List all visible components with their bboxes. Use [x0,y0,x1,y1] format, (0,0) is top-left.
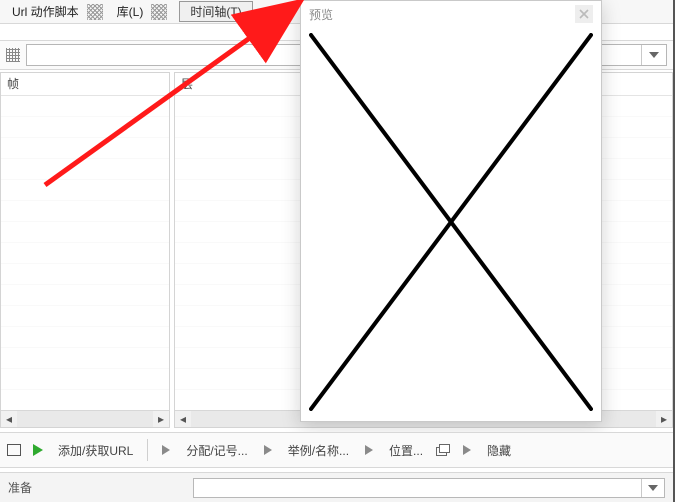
chevron-down-icon [641,479,664,497]
toolbar-label: 隐藏 [487,442,511,459]
hatch-icon [87,4,103,20]
frame-hscroll[interactable]: ◂ ▸ [1,410,169,427]
preview-header: 预览 [301,1,601,27]
chevron-right-icon[interactable] [361,442,377,458]
play-icon[interactable] [30,442,46,458]
chevron-right-icon[interactable]: ▸ [153,411,169,427]
frame-panel: 帧 ◂ ▸ [0,72,170,428]
separator [147,439,148,461]
grid-icon [6,48,20,62]
chevron-down-icon [641,45,666,65]
bottom-toolbar: 添加/获取URL 分配/记号... 举例/名称... 位置... 隐藏 [0,432,673,468]
frame-list[interactable] [1,96,169,410]
rect-icon[interactable] [6,442,22,458]
frame-panel-header: 帧 [1,73,169,96]
menu-timeline[interactable]: 时间轴(T) [179,1,252,22]
preview-x-graphic [309,33,593,411]
preview-body [309,33,593,411]
chevron-right-icon[interactable] [158,442,174,458]
menu-library[interactable]: 库(L) [109,1,152,22]
status-dropdown[interactable] [193,478,665,498]
assign-note-button[interactable]: 分配/记号... [182,440,251,461]
toolbar-label: 举例/名称... [288,442,349,459]
toolbar-label: 位置... [389,442,423,459]
example-name-button[interactable]: 举例/名称... [284,440,353,461]
position-button[interactable]: 位置... [385,440,427,461]
chevron-left-icon[interactable]: ◂ [1,411,17,427]
add-get-url-button[interactable]: 添加/获取URL [54,440,137,461]
preview-popup: 预览 [300,0,602,422]
app-root: Url 动作脚本 库(L) 时间轴(T) 帧 ◂ ▸ 层 [0,0,675,502]
preview-title: 预览 [309,6,333,23]
status-bar: 准备 [0,472,673,502]
status-label: 准备 [8,479,32,496]
chevron-right-icon[interactable] [459,442,475,458]
toolbar-label: 添加/获取URL [58,442,133,459]
scroll-track[interactable] [17,411,153,427]
close-icon[interactable] [575,5,593,23]
hide-button[interactable]: 隐藏 [483,440,515,461]
toolbar-label: 分配/记号... [186,442,247,459]
stack-icon[interactable] [435,442,451,458]
chevron-left-icon[interactable]: ◂ [175,411,191,427]
chevron-right-icon[interactable] [260,442,276,458]
menu-url-action-script[interactable]: Url 动作脚本 [4,1,87,22]
hatch-icon [151,4,167,20]
chevron-right-icon[interactable]: ▸ [656,411,672,427]
